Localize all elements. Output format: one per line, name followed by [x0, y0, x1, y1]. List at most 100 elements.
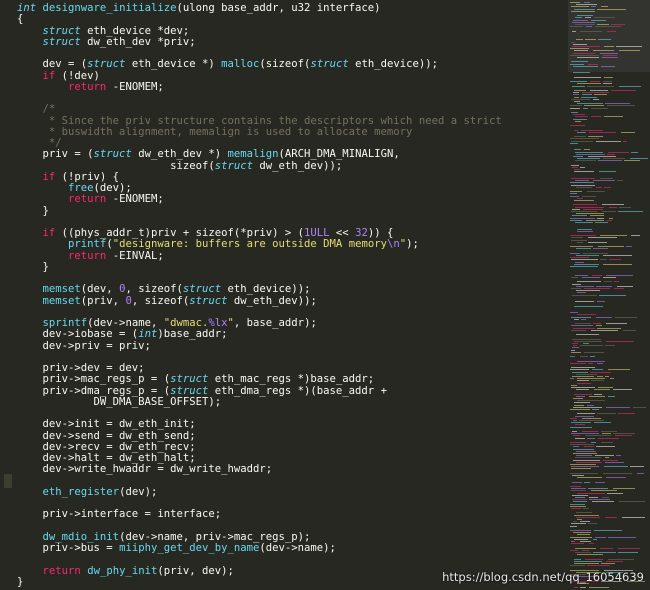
code-token: dw_eth_dev *)	[131, 148, 228, 161]
code-line[interactable]: priv->interface = interface;	[17, 509, 502, 520]
minimap-line	[577, 281, 601, 283]
minimap-line	[589, 543, 594, 545]
minimap-line	[574, 563, 599, 564]
minimap-line	[571, 543, 584, 545]
minimap-line	[601, 563, 615, 564]
code-token: malloc	[221, 58, 260, 71]
code-line[interactable]: }	[17, 576, 502, 588]
code-token: struct	[310, 58, 349, 71]
code-content[interactable]: int designware_initialize(ulong base_add…	[17, 2, 502, 588]
code-line[interactable]: return -ENOMEM;	[17, 81, 502, 93]
minimap-line	[585, 17, 591, 19]
minimap-line	[570, 246, 593, 248]
code-line[interactable]: dev->write_hwaddr = dw_write_hwaddr;	[17, 464, 502, 475]
minimap-line	[613, 389, 632, 391]
minimap-line	[618, 552, 638, 553]
minimap-line	[576, 39, 583, 41]
minimap-line	[588, 362, 593, 364]
minimap-line	[589, 499, 610, 501]
minimap-line	[574, 560, 602, 562]
minimap-line	[570, 195, 579, 197]
code-line[interactable]: return -ENOMEM;	[17, 194, 502, 205]
minimap-line	[571, 325, 593, 327]
minimap-line	[577, 241, 583, 243]
minimap-line	[598, 246, 624, 248]
minimap-line	[575, 415, 594, 417]
minimap-line	[605, 103, 630, 105]
code-line[interactable]: return dw_phy_init(priv, dev);	[17, 565, 502, 577]
minimap-line	[597, 217, 604, 219]
minimap-line	[600, 52, 618, 54]
minimap-line	[605, 461, 624, 463]
minimap-line	[571, 422, 591, 424]
code-token: * buswidth alignment, memalign is used t…	[42, 125, 413, 138]
code-token: /*	[42, 103, 56, 116]
minimap-line	[593, 98, 599, 100]
code-line[interactable]: DW_DMA_BASE_OFFSET);	[17, 396, 502, 408]
minimap-line	[597, 376, 603, 377]
minimap-line	[573, 398, 583, 399]
minimap-line	[570, 257, 589, 259]
code-line[interactable]: return -EINVAL;	[17, 250, 502, 262]
code-line[interactable]: }	[17, 204, 502, 217]
minimap-line	[571, 10, 595, 12]
minimap-line	[577, 158, 600, 160]
code-token: \n	[386, 238, 400, 251]
minimap-line	[571, 384, 577, 386]
minimap-line	[571, 387, 595, 388]
minimap-line	[598, 160, 622, 162]
minimap-line	[593, 50, 614, 52]
code-line[interactable]: int designware_initialize(ulong base_add…	[17, 2, 502, 14]
minimap-line	[570, 63, 584, 65]
minimap-line	[590, 81, 600, 83]
minimap-line	[601, 65, 615, 67]
minimap-line	[580, 521, 590, 523]
code-line[interactable]: priv->bus = miiphy_get_dev_by_name(dev->…	[17, 542, 502, 554]
minimap-line	[570, 486, 581, 487]
minimap-line	[595, 455, 614, 457]
minimap-line	[611, 24, 625, 25]
code-token: }	[17, 204, 49, 217]
minimap-line	[574, 149, 581, 151]
minimap-line	[577, 554, 603, 556]
code-token: dev->init = dw_eth_init;	[17, 418, 196, 431]
minimap-line	[589, 131, 616, 133]
code-token: (dev);	[119, 485, 158, 498]
code-line[interactable]: dev->priv = priv;	[17, 340, 502, 352]
minimap-line	[577, 380, 589, 382]
minimap-line	[607, 30, 616, 32]
minimap-line	[571, 288, 581, 289]
minimap-line	[574, 136, 586, 138]
code-token: ((phys_addr_t)priv + sizeof(*priv) > (	[55, 227, 305, 239]
minimap-line	[617, 285, 633, 287]
minimap-line	[580, 345, 603, 347]
code-line[interactable]: struct dw_eth_dev *priv;	[17, 36, 502, 48]
minimap-line	[574, 76, 601, 78]
minimap-line	[604, 76, 613, 78]
minimap-line	[571, 468, 591, 470]
minimap-line	[608, 395, 615, 397]
code-line[interactable]	[17, 93, 502, 104]
minimap-line	[570, 252, 580, 254]
minimap-line	[570, 54, 599, 56]
code-line[interactable]: eth_register(dev);	[17, 485, 502, 498]
code-line[interactable]: }	[17, 261, 502, 273]
minimap-line	[577, 360, 605, 362]
minimap[interactable]	[568, 0, 650, 590]
minimap-line	[575, 274, 588, 276]
minimap-line	[591, 6, 596, 8]
minimap-line	[583, 508, 589, 509]
minimap-line	[602, 57, 618, 58]
code-editor[interactable]: int designware_initialize(ulong base_add…	[0, 0, 565, 590]
minimap-line	[575, 180, 589, 182]
minimap-line	[572, 343, 578, 344]
code-line[interactable]: memset(priv, 0, sizeof(struct dw_eth_dev…	[17, 295, 502, 307]
code-line[interactable]: * buswidth alignment, memalign is used t…	[17, 125, 502, 138]
minimap-line	[570, 426, 592, 428]
minimap-line	[581, 96, 597, 98]
minimap-line	[570, 409, 590, 410]
minimap-line	[570, 369, 589, 371]
